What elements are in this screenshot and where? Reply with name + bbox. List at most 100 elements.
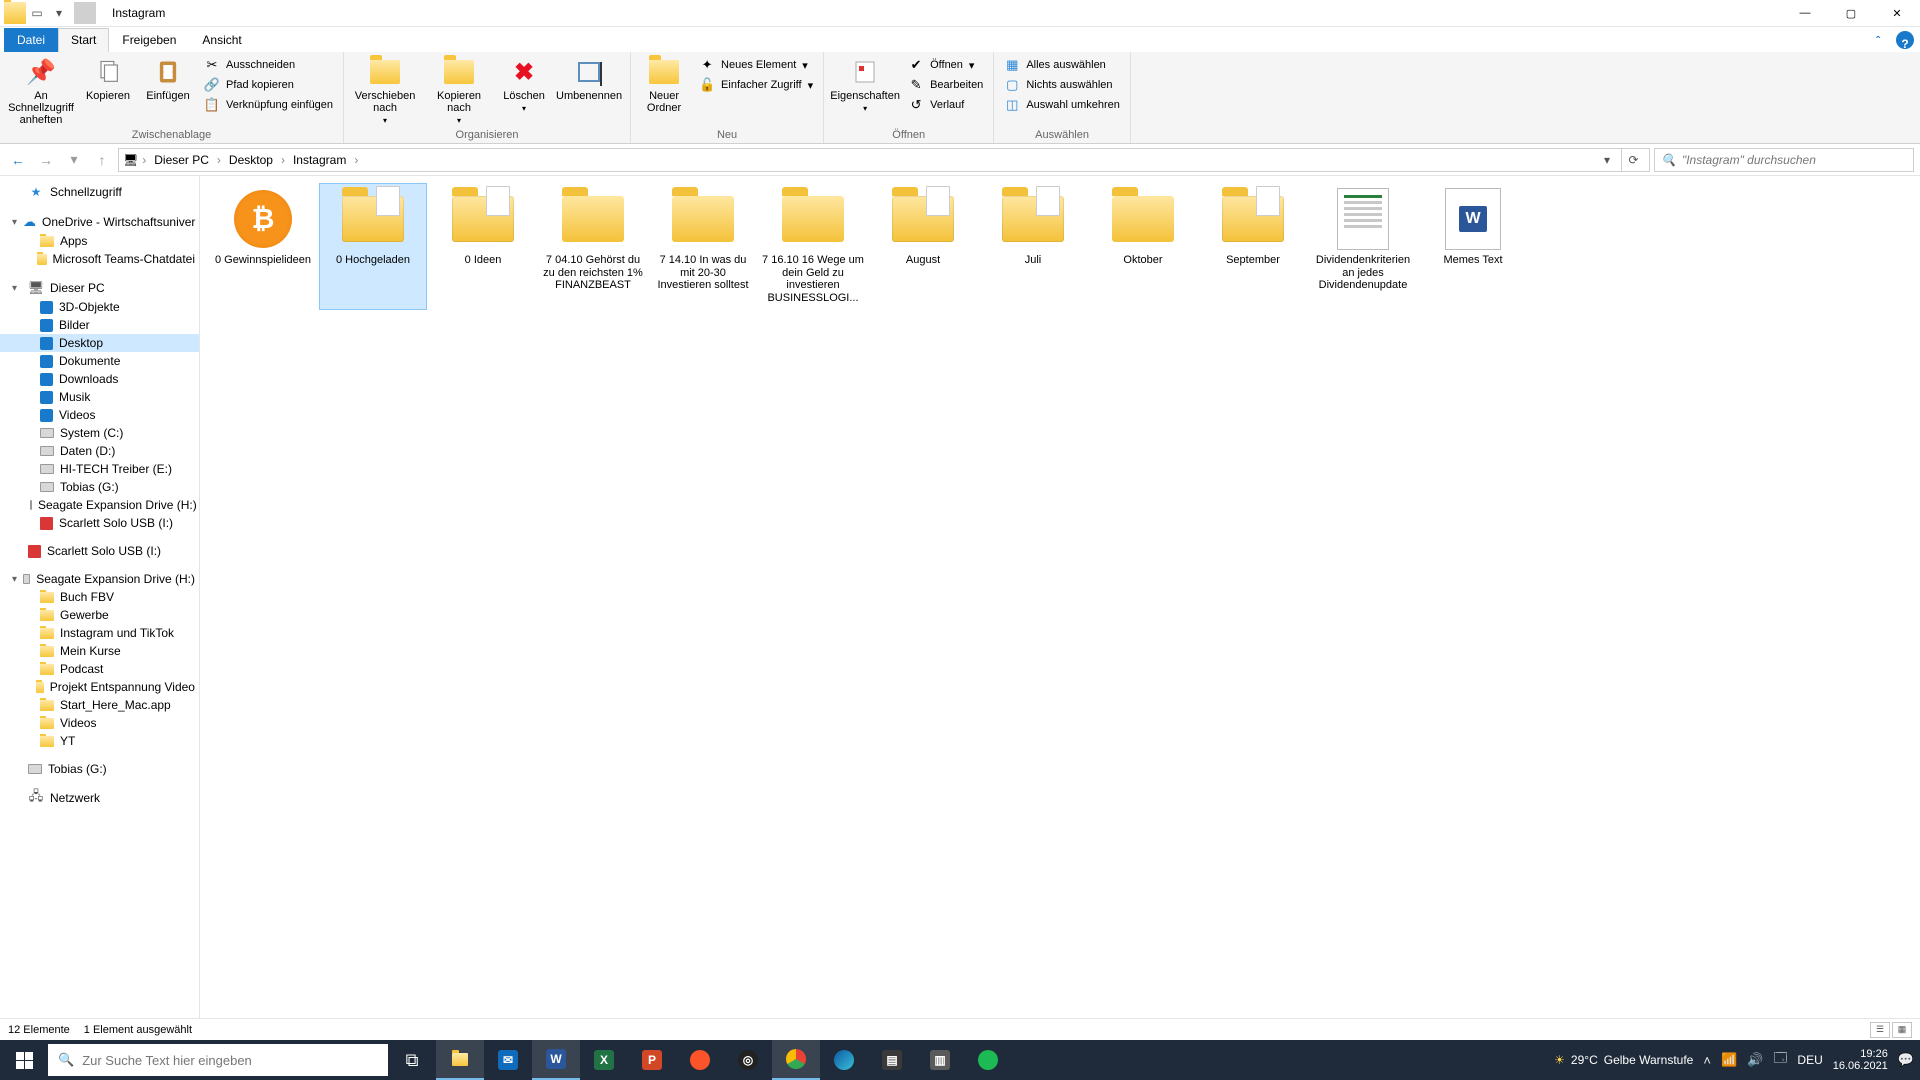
- qat-newfolder-icon[interactable]: ▾: [48, 2, 70, 24]
- taskbar-spotify[interactable]: [964, 1040, 1012, 1080]
- tab-view[interactable]: Ansicht: [189, 28, 254, 52]
- taskbar-edge[interactable]: [820, 1040, 868, 1080]
- nav-up-button[interactable]: ↑: [90, 148, 114, 172]
- crumb-desktop[interactable]: Desktop: [225, 151, 277, 169]
- minimize-button[interactable]: ―: [1782, 0, 1828, 27]
- item-hochgeladen[interactable]: 0 Hochgeladen: [320, 184, 426, 309]
- tree-drive-i[interactable]: Scarlett Solo USB (I:): [0, 514, 199, 532]
- tree-gewerbe[interactable]: Gewerbe: [0, 606, 199, 624]
- open-button[interactable]: ✔Öffnen ▾: [904, 56, 987, 74]
- tree-startmac[interactable]: Start_Here_Mac.app: [0, 696, 199, 714]
- item-1410[interactable]: 7 14.10 In was du mit 20-30 Investieren …: [650, 184, 756, 309]
- delete-button[interactable]: ✖Löschen▾: [498, 54, 550, 115]
- tree-videos2[interactable]: Videos: [0, 714, 199, 732]
- item-1610[interactable]: 7 16.10 16 Wege um dein Geld zu investie…: [760, 184, 866, 309]
- paste-button[interactable]: Einfügen: [140, 54, 196, 104]
- taskbar-powerpoint[interactable]: P: [628, 1040, 676, 1080]
- item-dividenden[interactable]: Dividendenkriterien an jedes Dividendenu…: [1310, 184, 1416, 309]
- item-gewinnspiel[interactable]: ₿0 Gewinnspielideen: [210, 184, 316, 309]
- paste-shortcut-button[interactable]: 📋Verknüpfung einfügen: [200, 96, 337, 114]
- taskbar-chrome[interactable]: [772, 1040, 820, 1080]
- easy-access-button[interactable]: 🔓Einfacher Zugriff ▾: [695, 76, 817, 94]
- tab-file[interactable]: Datei: [4, 28, 58, 52]
- tree-seagate[interactable]: ▾Seagate Expansion Drive (H:): [0, 570, 199, 588]
- help-button[interactable]: ?: [1896, 31, 1914, 49]
- item-0410[interactable]: 7 04.10 Gehörst du zu den reichsten 1% F…: [540, 184, 646, 309]
- tree-projekt[interactable]: Projekt Entspannung Video: [0, 678, 199, 696]
- nav-forward-button[interactable]: →: [34, 148, 58, 172]
- start-button[interactable]: [0, 1040, 48, 1080]
- item-ideen[interactable]: 0 Ideen: [430, 184, 536, 309]
- taskbar-excel[interactable]: X: [580, 1040, 628, 1080]
- nav-back-button[interactable]: ←: [6, 148, 30, 172]
- taskbar-explorer[interactable]: [436, 1040, 484, 1080]
- tree-igtiktok[interactable]: Instagram und TikTok: [0, 624, 199, 642]
- address-bar[interactable]: 🖥 › Dieser PC › Desktop › Instagram › ▾ …: [118, 148, 1650, 172]
- tree-drive-g[interactable]: Tobias (G:): [0, 478, 199, 496]
- tree-drive-d[interactable]: Daten (D:): [0, 442, 199, 460]
- tree-network[interactable]: 🖧Netzwerk: [0, 788, 199, 808]
- cut-button[interactable]: ✂Ausschneiden: [200, 56, 337, 74]
- close-button[interactable]: ✕: [1874, 0, 1920, 27]
- taskbar-brave[interactable]: [676, 1040, 724, 1080]
- tray-battery-icon[interactable]: 🗔: [1773, 1049, 1787, 1071]
- taskbar-word[interactable]: W: [532, 1040, 580, 1080]
- item-oktober[interactable]: Oktober: [1090, 184, 1196, 309]
- tray-chevron-icon[interactable]: ˄: [1703, 1053, 1711, 1068]
- ribbon-collapse-button[interactable]: ˆ: [1866, 30, 1890, 52]
- tree-tobias[interactable]: Tobias (G:): [0, 760, 199, 778]
- tree-onedrive[interactable]: ▾☁OneDrive - Wirtschaftsuniver: [0, 212, 199, 232]
- search-input[interactable]: 🔍 "Instagram" durchsuchen: [1654, 148, 1914, 172]
- tab-start[interactable]: Start: [58, 28, 109, 52]
- tree-drive-c[interactable]: System (C:): [0, 424, 199, 442]
- tree-podcast[interactable]: Podcast: [0, 660, 199, 678]
- new-folder-button[interactable]: Neuer Ordner: [637, 54, 691, 116]
- tree-quickaccess[interactable]: ★Schnellzugriff: [0, 182, 199, 202]
- select-none-button[interactable]: ▢Nichts auswählen: [1000, 76, 1124, 94]
- task-view-button[interactable]: ⧉: [388, 1040, 436, 1080]
- tree-drive-h[interactable]: Seagate Expansion Drive (H:): [0, 496, 199, 514]
- pin-quickaccess-button[interactable]: 📌 An Schnellzugriff anheften: [6, 54, 76, 128]
- item-juli[interactable]: Juli: [980, 184, 1086, 309]
- tree-pictures[interactable]: Bilder: [0, 316, 199, 334]
- crumb-pc[interactable]: Dieser PC: [150, 151, 213, 169]
- address-dropdown-button[interactable]: ▾: [1597, 153, 1617, 167]
- tray-network-icon[interactable]: 📶: [1721, 1052, 1737, 1068]
- properties-button[interactable]: Eigenschaften▾: [830, 54, 900, 115]
- taskbar-app2[interactable]: ▥: [916, 1040, 964, 1080]
- tray-language[interactable]: DEU: [1797, 1053, 1822, 1067]
- tab-share[interactable]: Freigeben: [109, 28, 189, 52]
- tree-kurse[interactable]: Mein Kurse: [0, 642, 199, 660]
- tray-clock[interactable]: 19:2616.06.2021: [1833, 1048, 1888, 1072]
- tree-drive-e[interactable]: HI-TECH Treiber (E:): [0, 460, 199, 478]
- new-item-button[interactable]: ✦Neues Element ▾: [695, 56, 817, 74]
- tree-3dobjects[interactable]: 3D-Objekte: [0, 298, 199, 316]
- item-memes[interactable]: WMemes Text: [1420, 184, 1526, 309]
- move-to-button[interactable]: Verschieben nach▾: [350, 54, 420, 127]
- copy-path-button[interactable]: 🔗Pfad kopieren: [200, 76, 337, 94]
- crumb-folder[interactable]: Instagram: [289, 151, 350, 169]
- tree-desktop[interactable]: Desktop: [0, 334, 199, 352]
- copy-to-button[interactable]: Kopieren nach▾: [424, 54, 494, 127]
- tree-yt[interactable]: YT: [0, 732, 199, 750]
- taskbar-search[interactable]: 🔍Zur Suche Text hier eingeben: [48, 1044, 388, 1076]
- taskbar-mail[interactable]: ✉: [484, 1040, 532, 1080]
- taskbar-app1[interactable]: ▤: [868, 1040, 916, 1080]
- tree-music[interactable]: Musik: [0, 388, 199, 406]
- select-all-button[interactable]: ▦Alles auswählen: [1000, 56, 1124, 74]
- invert-selection-button[interactable]: ◫Auswahl umkehren: [1000, 96, 1124, 114]
- maximize-button[interactable]: ▢: [1828, 0, 1874, 27]
- tree-thispc[interactable]: ▾🖥Dieser PC: [0, 278, 199, 298]
- weather-widget[interactable]: ☀29°CGelbe Warnstufe: [1554, 1053, 1693, 1067]
- item-september[interactable]: September: [1200, 184, 1306, 309]
- tree-scarlett[interactable]: Scarlett Solo USB (I:): [0, 542, 199, 560]
- taskbar-obs[interactable]: ◎: [724, 1040, 772, 1080]
- tree-teams[interactable]: Microsoft Teams-Chatdatei: [0, 250, 199, 268]
- qat-properties-icon[interactable]: ▭: [26, 2, 48, 24]
- tree-documents[interactable]: Dokumente: [0, 352, 199, 370]
- tree-downloads[interactable]: Downloads: [0, 370, 199, 388]
- refresh-button[interactable]: ⟳: [1621, 149, 1645, 171]
- tree-videos[interactable]: Videos: [0, 406, 199, 424]
- history-button[interactable]: ↺Verlauf: [904, 96, 987, 114]
- nav-recent-button[interactable]: ▾: [62, 148, 86, 172]
